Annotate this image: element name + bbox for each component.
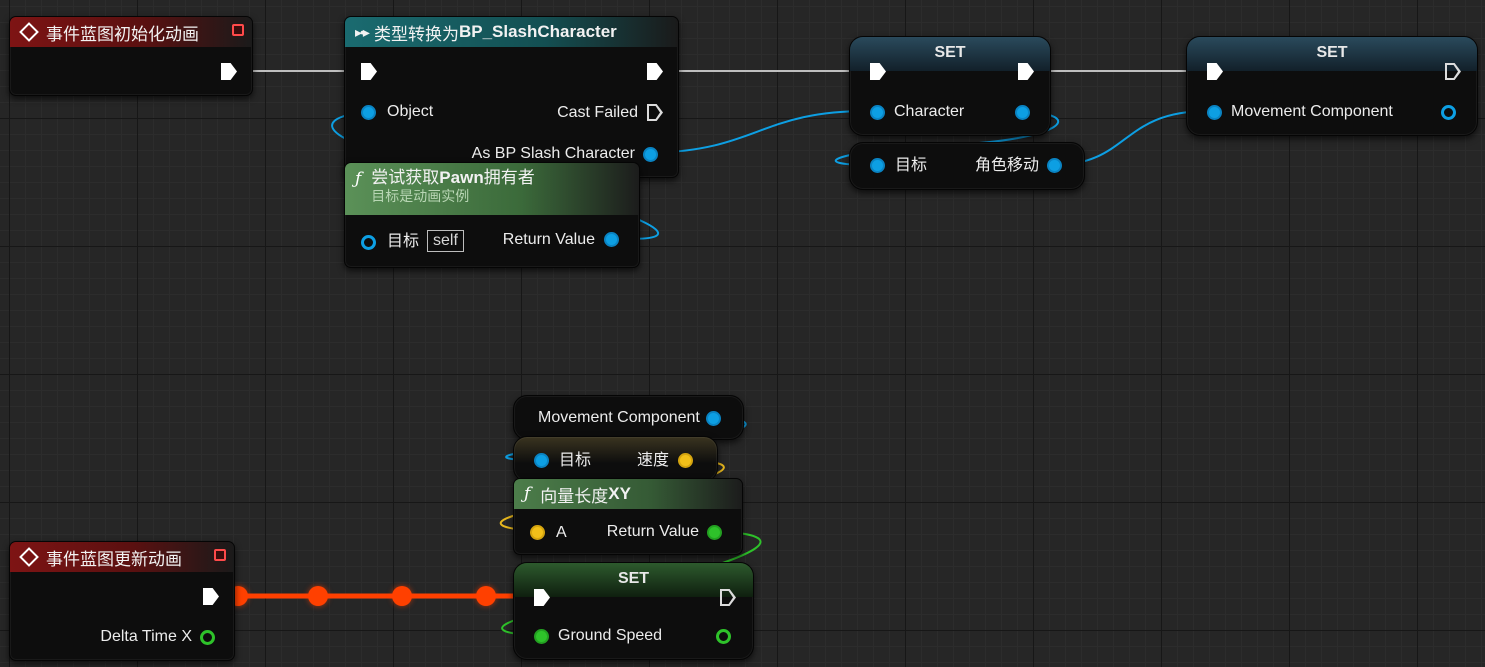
get-pawn-subtitle: 目标是动画实例 (371, 188, 470, 204)
target-label: 目标 (387, 233, 420, 250)
exec-out-pin[interactable] (203, 588, 219, 605)
exec-out-pin[interactable] (221, 63, 237, 80)
target-label: 目标 (559, 452, 592, 469)
set-ground-speed-node[interactable]: SET Ground Speed (513, 562, 754, 660)
character-output-pin[interactable] (1015, 105, 1030, 120)
event-diamond-icon (19, 22, 39, 42)
get-pawn-owner-header[interactable]: ƒ 尝试获取Pawn拥有者 目标是动画实例 (345, 163, 639, 215)
get-pawn-title-prefix: 尝试获取 (371, 168, 440, 187)
ground-speed-output-pin[interactable] (716, 629, 731, 644)
event-update-title: 事件蓝图更新动画 (46, 549, 182, 569)
movement-component-var-pin[interactable] (706, 411, 721, 426)
cast-title-prefix: 类型转换为 (373, 24, 459, 44)
a-label: A (556, 524, 567, 541)
object-pin[interactable] (361, 105, 376, 120)
cast-failed-label: Cast Failed (557, 104, 638, 121)
get-pawn-title-suffix: 拥有者 (483, 168, 535, 187)
a-input-pin[interactable] (530, 525, 545, 540)
exec-out-pin[interactable] (647, 63, 663, 80)
event-update-header[interactable]: 事件蓝图更新动画 (10, 542, 234, 572)
set-movement-header: SET (1187, 37, 1477, 71)
get-character-movement-node[interactable]: 目标 角色移动 (849, 142, 1085, 190)
get-velocity-node[interactable]: 目标 速度 (513, 436, 718, 482)
get-pawn-owner-node[interactable]: ƒ 尝试获取Pawn拥有者 目标是动画实例 目标 self Return Val… (344, 162, 640, 268)
exec-reroute-knot[interactable] (308, 586, 328, 606)
delta-time-label: Delta Time X (100, 628, 192, 645)
cast-failed-pin[interactable] (647, 104, 663, 121)
event-delegate-icon[interactable] (232, 24, 244, 36)
ground-speed-label: Ground Speed (558, 627, 663, 644)
movement-component-label: Movement Component (1231, 103, 1393, 120)
function-icon: ƒ (524, 484, 531, 504)
as-bp-slash-character-label: As BP Slash Character (471, 145, 635, 162)
event-update-node[interactable]: 事件蓝图更新动画 Delta Time X (9, 541, 235, 661)
exec-reroute-knot[interactable] (476, 586, 496, 606)
target-pin[interactable] (870, 158, 885, 173)
event-init-header[interactable]: 事件蓝图初始化动画 (10, 17, 252, 47)
cast-header[interactable]: ▸•▸ 类型转换为 BP_SlashCharacter (345, 17, 678, 47)
cast-node[interactable]: ▸•▸ 类型转换为 BP_SlashCharacter Object Cast … (344, 16, 679, 178)
function-icon: ƒ (355, 169, 362, 189)
ground-speed-input-pin[interactable] (534, 629, 549, 644)
set-movement-component-node[interactable]: SET Movement Component (1186, 36, 1478, 136)
target-label: 目标 (895, 157, 928, 174)
vector-length-xy-node[interactable]: ƒ 向量长度 XY A Return Value (513, 478, 743, 555)
character-movement-pin[interactable] (1047, 158, 1062, 173)
return-value-label: Return Value (606, 523, 699, 540)
target-pin[interactable] (534, 453, 549, 468)
velocity-label: 速度 (636, 452, 669, 469)
movement-component-output-pin[interactable] (1441, 105, 1456, 120)
exec-in-pin[interactable] (361, 63, 377, 80)
event-init-node[interactable]: 事件蓝图初始化动画 (9, 16, 253, 96)
velocity-pin[interactable] (678, 453, 693, 468)
delta-time-pin[interactable] (200, 630, 215, 645)
as-bp-slash-character-pin[interactable] (643, 147, 658, 162)
movement-component-variable-node[interactable]: Movement Component (513, 395, 744, 440)
cast-arrow-icon: ▸•▸ (355, 23, 370, 40)
event-diamond-icon (19, 547, 39, 567)
character-movement-label: 角色移动 (974, 157, 1039, 174)
event-delegate-icon[interactable] (214, 549, 226, 561)
wire-cast-as-to-set-character (651, 109, 873, 154)
character-label: Character (894, 103, 965, 120)
return-value-label: Return Value (502, 231, 595, 248)
return-value-pin[interactable] (604, 232, 619, 247)
vector-length-title-prefix: 向量长度 (540, 486, 609, 506)
vector-length-title-bold: XY (608, 484, 631, 503)
movement-component-input-pin[interactable] (1207, 105, 1222, 120)
character-input-pin[interactable] (870, 105, 885, 120)
object-label: Object (387, 103, 434, 120)
set-character-node[interactable]: SET Character (849, 36, 1051, 136)
event-init-title: 事件蓝图初始化动画 (46, 24, 199, 44)
target-pin[interactable] (361, 235, 376, 250)
set-ground-speed-header: SET (514, 563, 753, 597)
vector-length-header[interactable]: ƒ 向量长度 XY (514, 479, 742, 509)
exec-reroute-knot[interactable] (392, 586, 412, 606)
movement-component-var-label: Movement Component (538, 409, 700, 426)
cast-title-class: BP_SlashCharacter (458, 22, 617, 41)
self-default-value[interactable]: self (427, 230, 464, 252)
get-pawn-title-bold: Pawn (439, 168, 484, 187)
return-value-pin[interactable] (707, 525, 722, 540)
